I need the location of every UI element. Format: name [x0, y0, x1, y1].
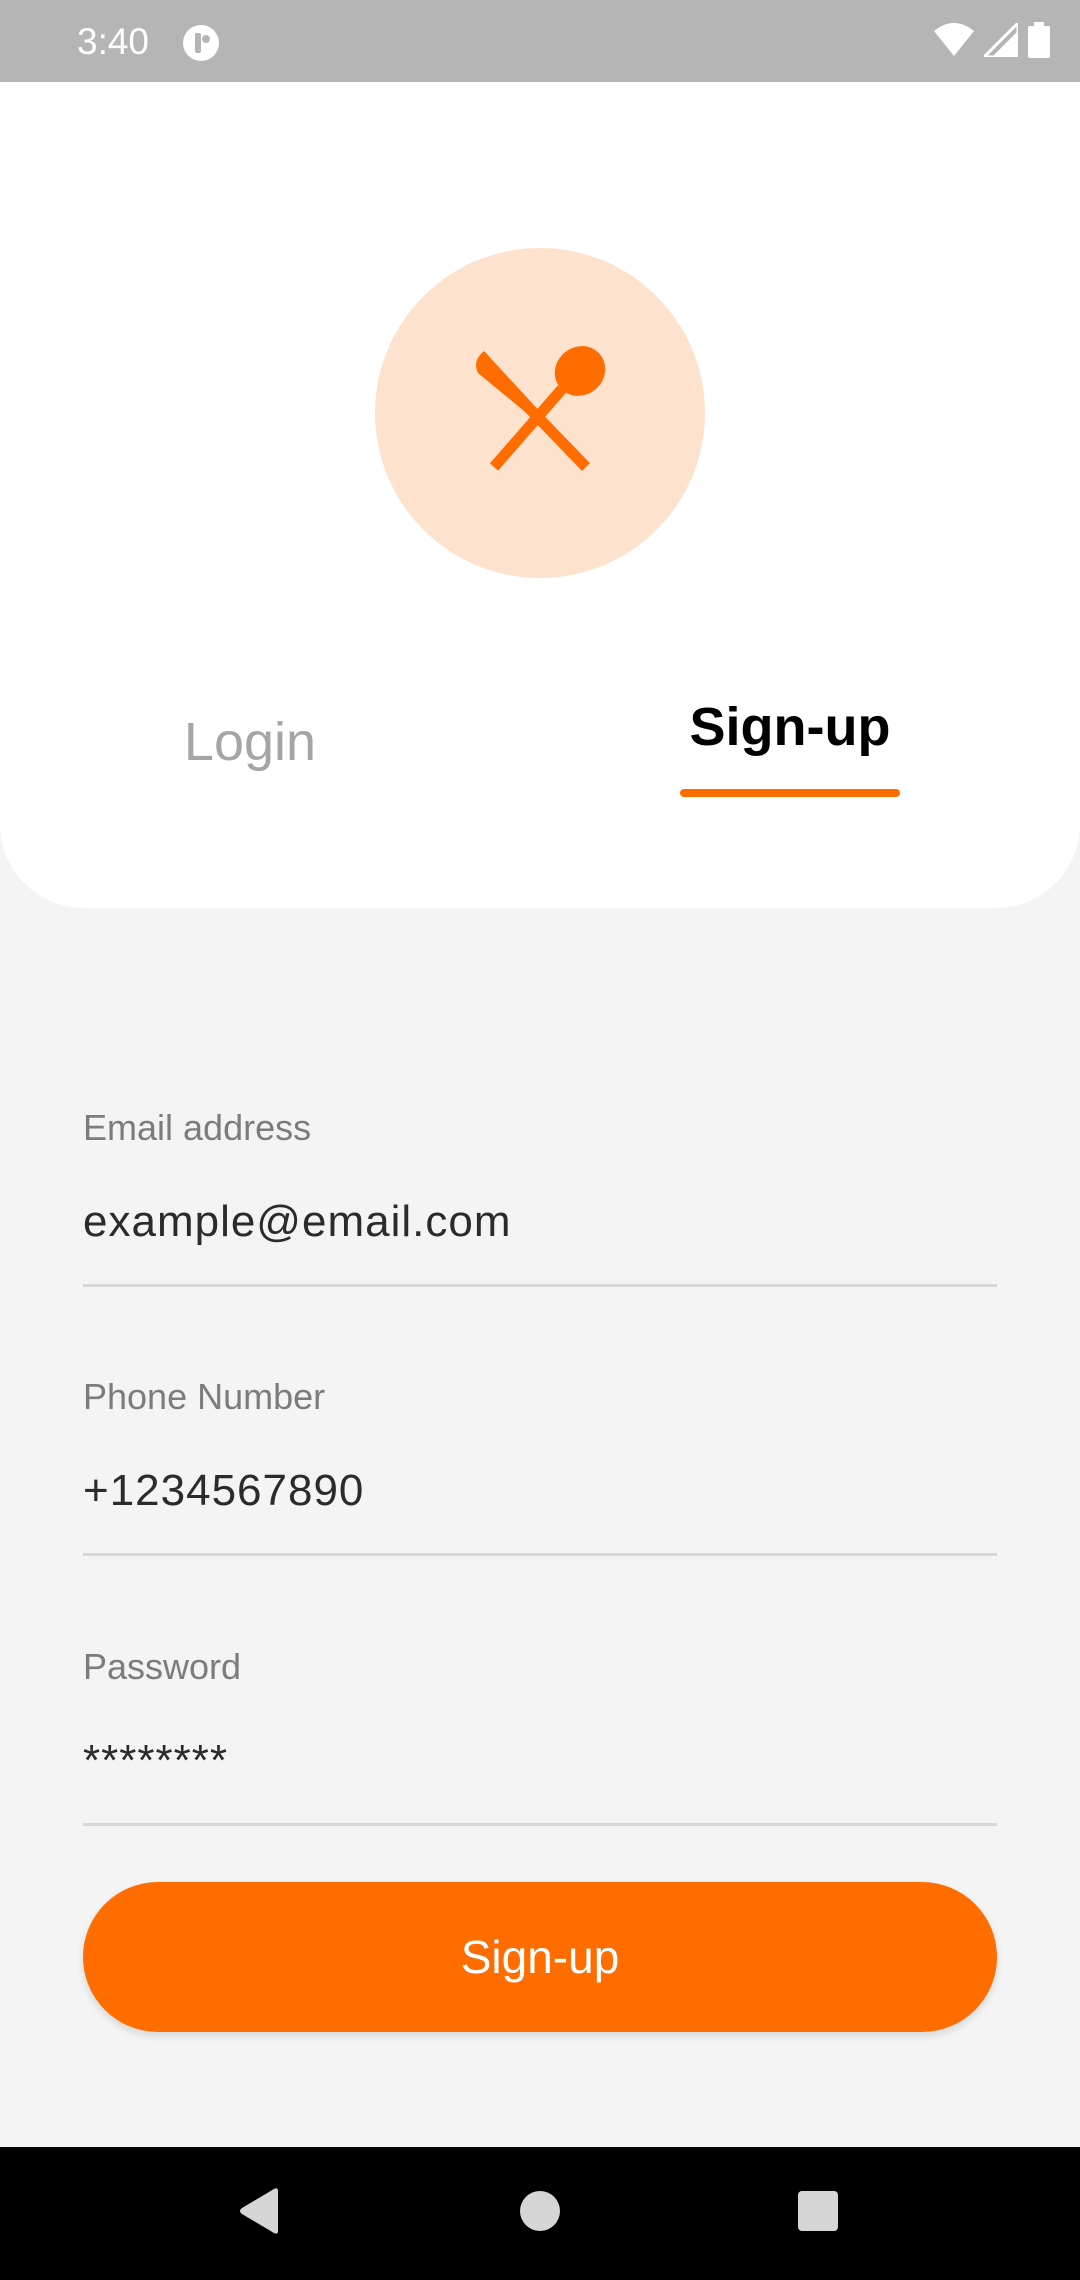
password-label: Password [83, 1646, 242, 1687]
password-input[interactable] [83, 1735, 997, 1787]
tab-login-label: Login [183, 712, 317, 772]
fork-knife-spoon-icon [470, 341, 610, 486]
navigation-bar [0, 2147, 1080, 2280]
status-icons [934, 18, 1050, 63]
email-field: Email address [83, 1106, 997, 1287]
email-input[interactable] [83, 1196, 997, 1248]
wifi-icon [934, 22, 974, 62]
email-label: Email address [83, 1107, 312, 1148]
recents-icon [797, 2190, 839, 2237]
header-card: Login Sign-up [0, 82, 1080, 908]
password-field: Password [83, 1645, 997, 1826]
tab-login[interactable]: Login [130, 697, 370, 787]
signal-icon [980, 18, 1020, 62]
active-tab-indicator [680, 789, 900, 797]
signup-button[interactable]: Sign-up [83, 1882, 997, 2032]
home-icon [519, 2190, 561, 2237]
app-notification-icon [182, 24, 220, 62]
tab-signup[interactable]: Sign-up [660, 682, 920, 772]
phone-field: Phone Number [83, 1375, 997, 1556]
logo [375, 248, 705, 578]
back-button[interactable] [190, 2147, 330, 2280]
tab-signup-label: Sign-up [689, 697, 891, 757]
status-bar: 3:40 [0, 0, 1080, 82]
status-time: 3:40 [77, 21, 150, 62]
recents-button[interactable] [748, 2147, 888, 2280]
signup-screen: 3:40 Login Sign-up Email address example… [0, 0, 1080, 2280]
home-button[interactable] [470, 2147, 610, 2280]
battery-icon [1028, 21, 1050, 63]
phone-input[interactable] [83, 1465, 997, 1517]
phone-label: Phone Number [83, 1376, 326, 1417]
back-icon [238, 2187, 282, 2240]
